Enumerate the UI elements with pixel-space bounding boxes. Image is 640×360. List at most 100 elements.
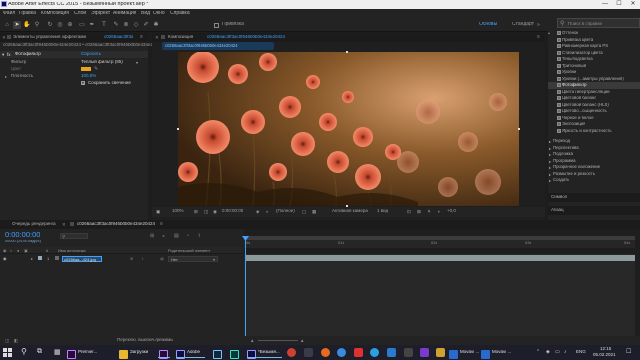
rotate-tool-icon[interactable]: ↻ [46,21,54,29]
camera-snapshot-icon[interactable]: ◉ [213,209,217,215]
composition-tab-name[interactable]: c0266aac3ff3ac0f946b0b0e434e20424 [207,35,285,40]
grid-icon[interactable]: ⊞ [194,209,198,215]
home-tool-icon[interactable]: ⌂ [3,21,11,29]
mask-icon[interactable]: ◫ [204,209,208,215]
close-panel-icon[interactable]: ✕ [2,35,6,41]
taskbar-app-icon[interactable] [420,348,429,357]
transparency-grid-icon[interactable]: ▦ [312,209,316,215]
taskbar-app-movavi-2[interactable]: Movavi ... [480,347,511,359]
taskbar-app-premiere[interactable]: Premier... [66,347,97,359]
transform-handle[interactable] [346,51,348,53]
firefox-icon[interactable] [321,348,330,357]
rectangle-tool-icon[interactable]: ▭ [78,21,86,29]
timeline-timecode[interactable]: 0:00:00:00 [5,231,40,239]
menu-effect[interactable]: Эффект [91,11,110,16]
visibility-icon[interactable]: ◉ [3,256,7,261]
effect-header-row[interactable]: ▾ fx Фотофильтр Сбросить [0,51,148,58]
volume-icon[interactable]: ♪ [564,349,567,355]
task-view-icon[interactable]: ⧉ [37,348,42,356]
menu-file[interactable]: Файл [3,11,15,16]
layer-color-label[interactable] [38,256,42,260]
clock-time[interactable]: 12:15 [600,347,611,352]
expand-panes-icon[interactable]: ◧ [14,338,18,344]
timeline-comp-tab[interactable]: c0266aac3ff3ac0f946b0b0e434e20424 [77,222,155,227]
menu-layer[interactable]: Слой [74,11,86,16]
layer-switch-icon[interactable]: ⊘ [130,256,133,261]
filter-dropdown[interactable]: Теплый фильтр (85) [81,60,123,65]
media-player-icon[interactable] [404,348,413,357]
menu-window[interactable]: Окно [153,11,165,16]
menu-help[interactable]: Справка [170,11,190,16]
eyedropper-icon[interactable]: ✎ [94,66,98,72]
taskbar-app-media-encoder[interactable] [210,347,226,359]
camera-tool-icon[interactable]: ◎ [56,21,64,29]
frame-blending-icon[interactable]: ▤ [174,233,179,239]
views-dropdown[interactable]: 1 вид [377,209,388,214]
timeline-zoom-slider[interactable] [258,340,298,341]
close-tab-icon[interactable]: ✕ [62,222,66,228]
taskbar-app-movavi-1[interactable]: Movavi ... [448,347,479,359]
input-language[interactable]: ENG [576,350,586,355]
selection-tool-icon[interactable]: ➤ [13,21,21,29]
menu-animation[interactable]: Анимация [113,11,136,16]
motion-blur-icon[interactable]: ◔ [186,233,189,239]
close-panel-icon[interactable]: ✕ [155,35,159,41]
camera-dropdown[interactable]: Активная камера [332,209,368,214]
expand-triangle-icon[interactable]: ▾ [2,52,4,58]
parent-dropdown[interactable]: Нет ▾ [168,255,218,262]
magnification-icon[interactable]: ▣ [156,209,160,215]
zoom-out-icon[interactable]: ▲ [250,338,254,343]
workspace-more-icon[interactable]: » [537,22,540,28]
timeline-layer-row[interactable]: ◉ ▸ 1 c0266aa...424.jpg ⊘ / @ Нет ▾ [0,255,242,262]
time-ruler[interactable]: 0s 01s 02s 03s 04s [244,240,635,248]
maximize-button[interactable]: ☐ [612,0,626,9]
exposure-value[interactable]: +0,0 [447,209,456,214]
taskbar-app-icon[interactable] [436,348,445,357]
graph-editor-icon[interactable]: ⌇ [198,233,200,239]
workspace-essentials[interactable]: Основы [479,22,497,27]
panel-menu-icon[interactable]: ≡ [160,221,163,227]
lock-icon[interactable] [7,35,11,39]
timeline-tracks[interactable] [244,254,635,339]
render-queue-tab[interactable]: Очередь рендеринга [12,222,56,227]
close-button[interactable]: ✕ [626,0,640,9]
exposure-icon[interactable]: ◑ [437,209,440,214]
effect-reset-link[interactable]: Сбросить [81,52,101,57]
3d-icon[interactable]: ⊠ [417,209,421,215]
clone-stamp-tool-icon[interactable]: ⊗ [122,21,130,29]
layer-switch-icon[interactable]: / [142,256,143,261]
transform-handle[interactable] [177,128,179,130]
effect-controls-tab-label[interactable]: Элементы управления эффектами [13,35,86,40]
menu-view[interactable]: Вид [141,11,150,16]
transform-handle[interactable] [518,128,520,130]
menu-edit[interactable]: Правка [19,11,36,16]
density-value[interactable]: 100,0% [81,74,96,79]
layer-name-field[interactable]: c0266aa...424.jpg [62,255,102,262]
type-tool-icon[interactable]: T [100,21,108,29]
search-icon[interactable]: ⚲ [21,347,27,356]
chevron-down-icon[interactable]: ▾ [136,60,138,65]
playhead-line[interactable] [245,236,246,339]
zoom-tool-icon[interactable]: ⚲ [33,21,41,29]
snap-checkbox[interactable] [214,23,219,28]
preserve-luminosity-checkbox[interactable]: ✓ [81,81,85,86]
current-time[interactable]: 0:00:00:00 [222,209,243,214]
taskbar-app-downloads[interactable]: Загрузки [118,347,152,359]
fx-icon[interactable]: fx [7,52,11,57]
toggle-switches-modes[interactable]: Переклю. выключ./режимы [117,338,173,343]
hand-tool-icon[interactable]: ✋ [23,21,31,29]
pickwhip-icon[interactable]: @ [160,256,164,261]
brush-tool-icon[interactable]: ✎ [112,21,120,29]
flowchart-icon[interactable]: ⚘ [427,209,431,215]
region-of-interest-icon[interactable]: ▢ [302,209,306,215]
clock-date[interactable]: 05.02.2021 [593,353,616,358]
channel-icon[interactable]: ◐ [266,209,269,214]
video-app-icon[interactable] [354,348,363,357]
effect-item[interactable]: Яркость и контрастность [548,128,640,135]
mail-icon[interactable] [387,348,396,357]
browser-icon[interactable] [337,348,346,357]
notifications-icon[interactable]: ☐ [626,348,631,355]
comp-navigator-icon[interactable]: ◫ [5,338,9,344]
panel-menu-icon[interactable]: ≡ [140,34,143,40]
taskbar-app-adobe-2[interactable]: Adobe [175,347,207,359]
